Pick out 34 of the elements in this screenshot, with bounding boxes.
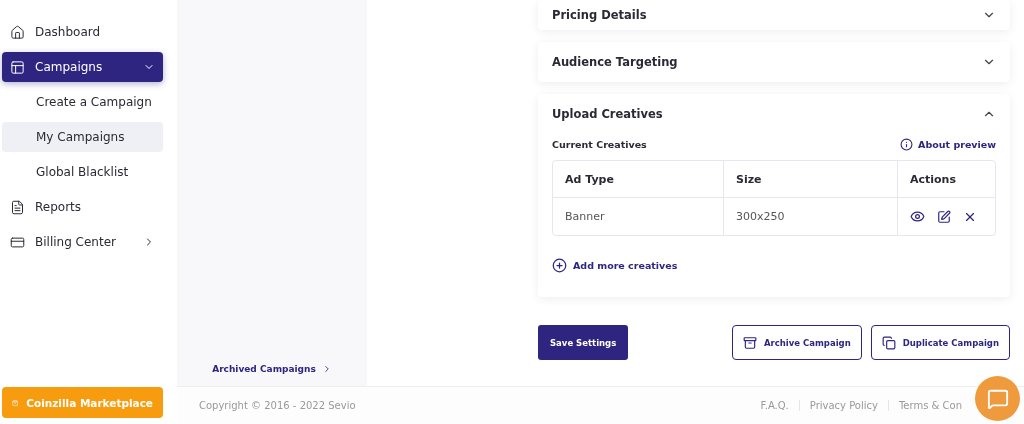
sidebar-subitem[interactable]: Global Blacklist (2, 157, 163, 187)
duplicate-campaign-button[interactable]: Duplicate Campaign (870, 325, 1010, 360)
column-header: Size (724, 161, 898, 198)
sidebar-item[interactable]: Dashboard (2, 17, 163, 47)
archive-box-icon (742, 335, 757, 350)
home-icon (10, 24, 25, 40)
accordion-header[interactable]: Pricing Details (552, 0, 996, 30)
save-settings-button[interactable]: Save Settings (538, 325, 629, 360)
edit-icon[interactable] (937, 209, 951, 224)
section-subtitle: Current Creatives (552, 139, 647, 150)
archived-campaigns-link[interactable]: Archived Campaigns (212, 364, 332, 374)
sidebar-item[interactable]: Billing Center (2, 227, 163, 257)
plus-circle-icon (552, 258, 567, 273)
table-cell: Banner (553, 198, 724, 235)
info-icon (900, 138, 914, 151)
eye-icon[interactable] (910, 209, 925, 224)
accordion-header[interactable]: Upload Creatives (552, 94, 996, 134)
sidebar-item[interactable]: Campaigns (2, 52, 163, 82)
layout-icon (10, 59, 25, 75)
copyright-text: Copyright © 2016 - 2022 Sevio (199, 400, 357, 411)
copy-icon (881, 335, 896, 350)
column-header: Actions (898, 161, 995, 198)
about-preview-link[interactable]: About preview (900, 138, 996, 151)
document-icon (10, 199, 25, 215)
card-icon (10, 234, 25, 250)
sidebar-subitem[interactable]: My Campaigns (2, 122, 163, 152)
sidebar-item[interactable]: Reports (2, 192, 163, 222)
archive-campaign-button[interactable]: Archive Campaign (731, 325, 862, 360)
chat-icon (986, 387, 1009, 410)
add-creatives-link[interactable]: Add more creatives (552, 258, 996, 273)
table-cell: 300x250 (724, 198, 898, 235)
accordion-header[interactable]: Audience Targeting (552, 42, 996, 82)
column-header: Ad Type (553, 161, 724, 198)
sidebar-subitem[interactable]: Create a Campaign (2, 87, 163, 117)
